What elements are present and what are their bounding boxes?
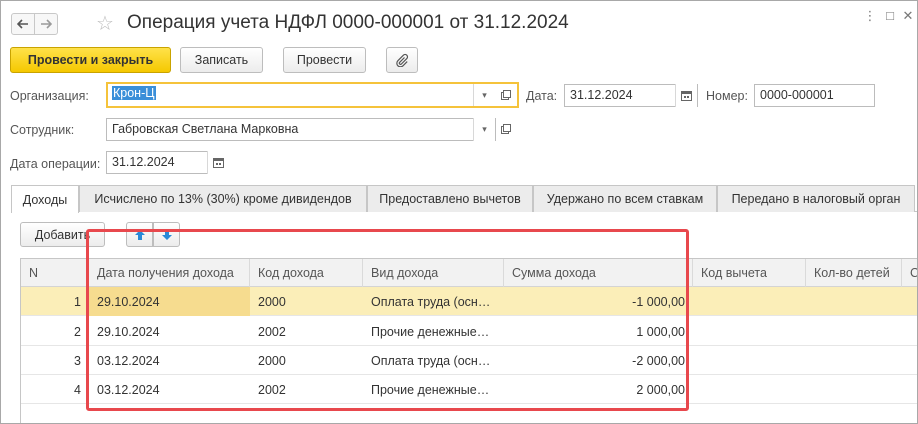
window-frame: ☆ Операция учета НДФЛ 0000-000001 от 31.… — [0, 0, 918, 424]
column-header-extra[interactable]: С — [902, 259, 917, 287]
arrow-left-icon — [17, 19, 28, 29]
organization-value: Крон-Ц — [112, 86, 156, 100]
cell-children[interactable] — [806, 317, 902, 346]
date-label: Дата: — [526, 89, 558, 103]
cell-amount[interactable]: 2 000,00 — [504, 375, 693, 404]
cell-deduction[interactable] — [693, 287, 806, 316]
cell-code[interactable]: 2002 — [250, 317, 363, 346]
organization-dropdown-icon[interactable]: ▾ — [473, 84, 495, 106]
cell-deduction[interactable] — [693, 317, 806, 346]
tab-bar: Доходы Исчислено по 13% (30%) кроме диви… — [11, 185, 917, 213]
favorite-star-icon[interactable]: ☆ — [96, 11, 114, 36]
organization-label: Организация: — [10, 89, 89, 103]
tab-deductions[interactable]: Предоставлено вычетов — [367, 185, 533, 212]
table-row[interactable]: 1 29.10.2024 2000 Оплата труда (осн… -1 … — [21, 287, 917, 316]
cell-n: 1 — [74, 294, 81, 309]
income-table: N Дата получения дохода Код дохода Вид д… — [20, 258, 917, 423]
column-header-amount[interactable]: Сумма дохода — [504, 259, 693, 287]
cell-code[interactable]: 2002 — [250, 375, 363, 404]
table-row[interactable]: 4 03.12.2024 2002 Прочие денежные… 2 000… — [21, 375, 917, 404]
column-header-code[interactable]: Код дохода — [250, 259, 363, 287]
cell-date[interactable]: 29.10.2024 — [89, 317, 250, 346]
column-header-date[interactable]: Дата получения дохода — [89, 259, 250, 287]
tab-withheld[interactable]: Удержано по всем ставкам — [533, 185, 717, 212]
maximize-icon[interactable]: □ — [883, 9, 897, 23]
save-button[interactable]: Записать — [180, 47, 263, 73]
date-calendar-icon[interactable] — [675, 84, 697, 107]
move-up-button[interactable] — [126, 222, 153, 247]
cell-type[interactable]: Прочие денежные… — [363, 317, 504, 346]
cell-date[interactable]: 03.12.2024 — [89, 375, 250, 404]
cell-children[interactable] — [806, 346, 902, 375]
number-label: Номер: — [706, 89, 748, 103]
employee-field[interactable]: Габровская Светлана Марковна — [106, 118, 496, 141]
arrow-up-icon — [134, 229, 145, 240]
cell-children[interactable] — [806, 375, 902, 404]
cell-children[interactable] — [806, 287, 902, 316]
arrow-right-icon — [41, 19, 52, 29]
page-title: Операция учета НДФЛ 0000-000001 от 31.12… — [127, 12, 569, 33]
cell-type[interactable]: Оплата труда (осн… — [363, 287, 504, 316]
table-row[interactable]: 3 03.12.2024 2000 Оплата труда (осн… -2 … — [21, 346, 917, 375]
cell-n: 4 — [74, 382, 81, 397]
column-header-n[interactable]: N — [21, 259, 89, 287]
table-header: N Дата получения дохода Код дохода Вид д… — [21, 259, 917, 287]
forward-button[interactable] — [34, 13, 58, 35]
cell-code[interactable]: 2000 — [250, 346, 363, 375]
cell-amount[interactable]: 1 000,00 — [504, 317, 693, 346]
table-row[interactable]: 2 29.10.2024 2002 Прочие денежные… 1 000… — [21, 317, 917, 346]
attach-button[interactable] — [386, 47, 418, 73]
back-button[interactable] — [11, 13, 35, 35]
cell-n: 2 — [74, 324, 81, 339]
post-button[interactable]: Провести — [283, 47, 366, 73]
add-button[interactable]: Добавить — [20, 222, 105, 247]
employee-label: Сотрудник: — [10, 123, 75, 137]
operation-date-label: Дата операции: — [10, 157, 101, 171]
tab-transferred[interactable]: Передано в налоговый орган — [717, 185, 915, 212]
column-header-deduction-code[interactable]: Код вычета — [693, 259, 806, 287]
employee-open-icon[interactable] — [496, 118, 516, 140]
cell-deduction[interactable] — [693, 346, 806, 375]
cell-date[interactable]: 29.10.2024 — [89, 287, 250, 316]
operation-date-calendar-icon[interactable] — [207, 151, 229, 174]
cell-type[interactable]: Оплата труда (осн… — [363, 346, 504, 375]
cell-code[interactable]: 2000 — [250, 287, 363, 316]
column-header-type[interactable]: Вид дохода — [363, 259, 504, 287]
paperclip-icon — [396, 53, 409, 67]
tab-calculated[interactable]: Исчислено по 13% (30%) кроме дивидендов — [79, 185, 367, 212]
number-field[interactable]: 0000-000001 — [754, 84, 875, 107]
cell-amount[interactable]: -2 000,00 — [504, 346, 693, 375]
cell-amount[interactable]: -1 000,00 — [504, 287, 693, 316]
organization-field[interactable]: Крон-Ц — [106, 82, 519, 108]
cell-n: 3 — [74, 353, 81, 368]
column-header-children[interactable]: Кол-во детей — [806, 259, 902, 287]
cell-type[interactable]: Прочие денежные… — [363, 375, 504, 404]
more-menu-icon[interactable]: ⋮ — [863, 9, 877, 23]
cell-deduction[interactable] — [693, 375, 806, 404]
move-down-button[interactable] — [153, 222, 180, 247]
close-icon[interactable]: ✕ — [901, 9, 915, 23]
tab-income[interactable]: Доходы — [11, 185, 79, 213]
arrow-down-icon — [161, 229, 172, 240]
organization-open-icon[interactable] — [496, 84, 516, 106]
employee-dropdown-icon[interactable]: ▾ — [473, 118, 495, 141]
cell-date[interactable]: 03.12.2024 — [89, 346, 250, 375]
post-and-close-button[interactable]: Провести и закрыть — [10, 47, 171, 73]
